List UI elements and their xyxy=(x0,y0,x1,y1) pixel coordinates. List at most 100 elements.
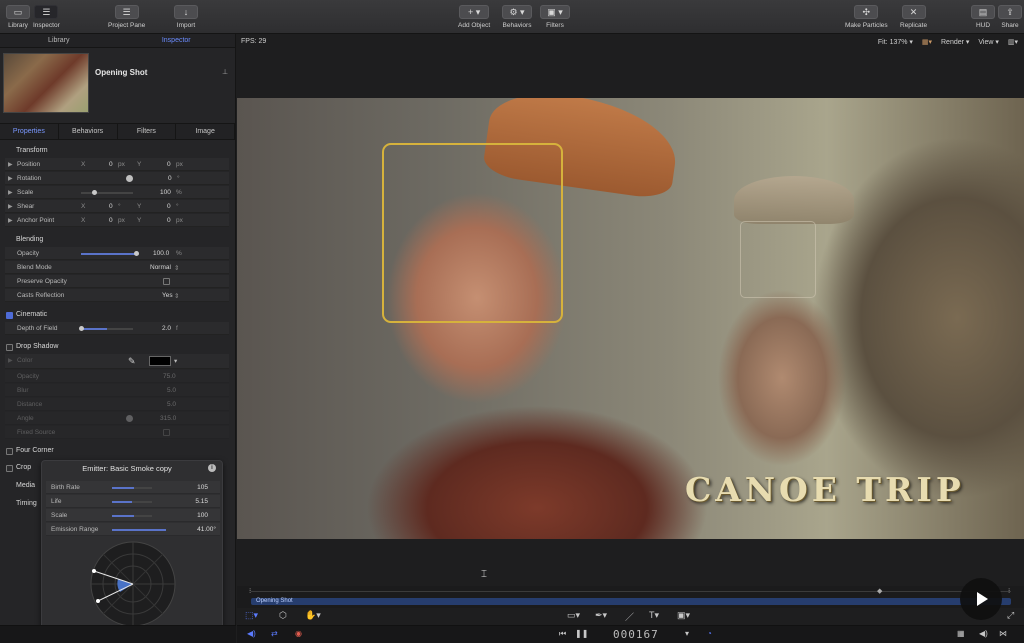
layout-icon[interactable]: ▥▾ xyxy=(1008,39,1018,46)
emission-range-row[interactable]: Emission Range 41.00° xyxy=(46,523,220,536)
in-point-icon[interactable]: ⁝ xyxy=(249,587,251,595)
record-icon[interactable]: ◉ xyxy=(295,629,302,638)
title-overlay[interactable]: CANOE TRIP xyxy=(685,470,965,509)
life-row[interactable]: Life 5.15 xyxy=(46,495,220,508)
out-point-icon[interactable]: ⁝ xyxy=(1008,587,1010,595)
blending-header[interactable]: Blending xyxy=(16,236,43,243)
shape-tool-icon[interactable]: ▭▾ xyxy=(567,610,580,621)
drop-shadow-checkbox[interactable] xyxy=(6,344,13,351)
project-pane-button[interactable]: ☰ Project Pane xyxy=(108,5,145,29)
scale-row[interactable]: Scale 100 xyxy=(46,509,220,522)
crop-checkbox[interactable] xyxy=(6,465,13,472)
emitter-hud[interactable]: Emitter: Basic Smoke copy i Birth Rate 1… xyxy=(41,460,223,634)
media-header[interactable]: Media xyxy=(16,482,35,489)
disclosure-triangle-icon[interactable]: ▶ xyxy=(8,161,13,168)
timeline-panel-icon[interactable]: ▦ xyxy=(957,629,965,638)
share-button[interactable]: ⇪ Share xyxy=(998,5,1022,29)
drop-shadow-header[interactable]: Drop Shadow xyxy=(16,343,58,350)
cinematic-checkbox[interactable] xyxy=(6,312,13,319)
replicate-button[interactable]: ✕ Replicate xyxy=(900,5,927,29)
blend-mode-row[interactable]: Blend Mode Normal ⇕ xyxy=(5,261,229,274)
disclosure-triangle-icon[interactable]: ▶ xyxy=(8,203,13,210)
mask-tool-icon[interactable]: ▣▾ xyxy=(677,610,690,621)
disclosure-triangle-icon[interactable]: ▶ xyxy=(8,175,13,182)
timing-header[interactable]: Timing xyxy=(16,500,37,507)
mini-timeline[interactable]: ⁝ ◆ ⁝ Opening Shot xyxy=(237,586,1024,608)
audio-panel-icon[interactable]: ◀) xyxy=(979,629,988,638)
preserve-opacity-row[interactable]: Preserve Opacity xyxy=(5,275,229,288)
four-corner-checkbox[interactable] xyxy=(6,448,13,455)
casts-reflection-row[interactable]: Casts Reflection Yes ⇕ xyxy=(5,289,229,302)
canvas-area[interactable]: FPS: 29 Fit: 137% ▾ ▦▾ Render ▾ View ▾ ▥… xyxy=(237,34,1024,586)
timecode-display[interactable]: 000167 xyxy=(613,628,659,641)
keyframe-marker-icon[interactable]: ◆ xyxy=(877,587,882,595)
filters-button[interactable]: ▣ ▾ Filters xyxy=(540,5,570,29)
crop-header[interactable]: Crop xyxy=(16,464,31,471)
tab-properties[interactable]: Properties xyxy=(0,124,59,139)
chevron-down-icon[interactable]: ▾ xyxy=(685,629,689,638)
color-channels-icon[interactable]: ▦▾ xyxy=(922,39,932,46)
paint-stroke-tool-icon[interactable]: ／ xyxy=(625,610,634,623)
four-corner-header[interactable]: Four Corner xyxy=(16,447,54,454)
rotation-row[interactable]: ▶ Rotation 0 ° xyxy=(5,172,229,185)
disclosure-triangle-icon[interactable]: ▶ xyxy=(8,217,13,224)
pan-tool-icon[interactable]: ✋▾ xyxy=(305,610,321,621)
depth-of-field-row[interactable]: Depth of Field 2.0 f xyxy=(5,322,229,335)
opacity-slider-knob[interactable] xyxy=(134,251,139,256)
text-tool-icon[interactable]: T▾ xyxy=(649,610,659,621)
play-button[interactable] xyxy=(960,578,1002,620)
select-transform-tool-icon[interactable]: ⬚▾ xyxy=(245,610,258,621)
import-button[interactable]: ↓ Import xyxy=(174,5,198,29)
timeline-clip-bar[interactable] xyxy=(251,598,1011,605)
rotation-dial[interactable] xyxy=(126,175,133,182)
depth-slider-knob[interactable] xyxy=(79,326,84,331)
video-frame[interactable]: CANOE TRIP xyxy=(237,98,1024,539)
tab-inspector[interactable]: Inspector xyxy=(118,34,236,47)
pin-icon[interactable]: ⊥ xyxy=(222,68,228,76)
pause-icon[interactable]: ❚❚ xyxy=(575,629,588,638)
face-tracking-box-secondary[interactable] xyxy=(740,221,816,298)
info-icon[interactable]: i xyxy=(208,464,216,472)
shear-row[interactable]: ▶ Shear X 0 ° Y 0 ° xyxy=(5,200,229,213)
expand-icon[interactable]: ⤢ xyxy=(1007,610,1014,621)
preserve-opacity-checkbox[interactable] xyxy=(163,278,170,285)
tab-image[interactable]: Image xyxy=(176,124,235,139)
casts-reflection-popup[interactable]: Yes xyxy=(162,292,173,299)
face-tracking-box-primary[interactable] xyxy=(382,143,563,323)
orbit-tool-icon[interactable]: ⬡ xyxy=(279,610,287,621)
timeline-clip-label: Opening Shot xyxy=(256,598,293,604)
make-particles-button[interactable]: ✣ Make Particles xyxy=(845,5,888,29)
add-object-button[interactable]: + ▾ Add Object xyxy=(458,5,490,29)
emission-angle-dial[interactable] xyxy=(88,539,178,629)
hud-button[interactable]: ▤ HUD xyxy=(971,5,995,29)
keyframe-editor-icon[interactable]: ⋈ xyxy=(999,629,1007,638)
inspector-button[interactable]: ☰ Inspector xyxy=(33,5,60,29)
disclosure-triangle-icon[interactable]: ▶ xyxy=(8,189,13,196)
scale-slider-knob[interactable] xyxy=(92,190,97,195)
fit-menu[interactable]: Fit: 137% ▾ xyxy=(878,39,913,46)
blend-mode-popup[interactable]: Normal xyxy=(150,264,171,271)
cinematic-header[interactable]: Cinematic xyxy=(16,311,47,318)
tab-filters[interactable]: Filters xyxy=(118,124,177,139)
eyedropper-icon[interactable]: ✎ xyxy=(128,356,136,367)
tab-behaviors[interactable]: Behaviors xyxy=(59,124,118,139)
view-menu[interactable]: View ▾ xyxy=(978,39,999,46)
position-row[interactable]: ▶ Position X 0 px Y 0 px xyxy=(5,158,229,171)
transform-header[interactable]: Transform xyxy=(16,147,48,154)
opacity-row[interactable]: Opacity 100.0 % xyxy=(5,247,229,260)
birth-rate-row[interactable]: Birth Rate 105 xyxy=(46,481,220,494)
behaviors-button[interactable]: ⚙ ▾ Behaviors xyxy=(502,5,532,29)
anchor-point-row[interactable]: ▶ Anchor Point X 0 px Y 0 px xyxy=(5,214,229,227)
pen-tool-icon[interactable]: ✒▾ xyxy=(595,610,607,621)
audio-playback-icon[interactable]: ◀) xyxy=(247,629,256,638)
shadow-color-well[interactable] xyxy=(149,356,171,366)
scale-slider[interactable] xyxy=(81,192,133,194)
scale-row[interactable]: ▶ Scale 100 % xyxy=(5,186,229,199)
render-menu[interactable]: Render ▾ xyxy=(941,39,969,46)
tab-library[interactable]: Library xyxy=(0,34,118,47)
loop-icon[interactable]: ⇄ xyxy=(271,629,278,638)
timing-icon[interactable]: ◔ xyxy=(707,629,712,638)
go-to-start-icon[interactable]: ⏮ xyxy=(559,629,566,639)
chevron-down-icon[interactable]: ▾ xyxy=(174,357,177,365)
library-button[interactable]: ▭ Library xyxy=(6,5,30,29)
